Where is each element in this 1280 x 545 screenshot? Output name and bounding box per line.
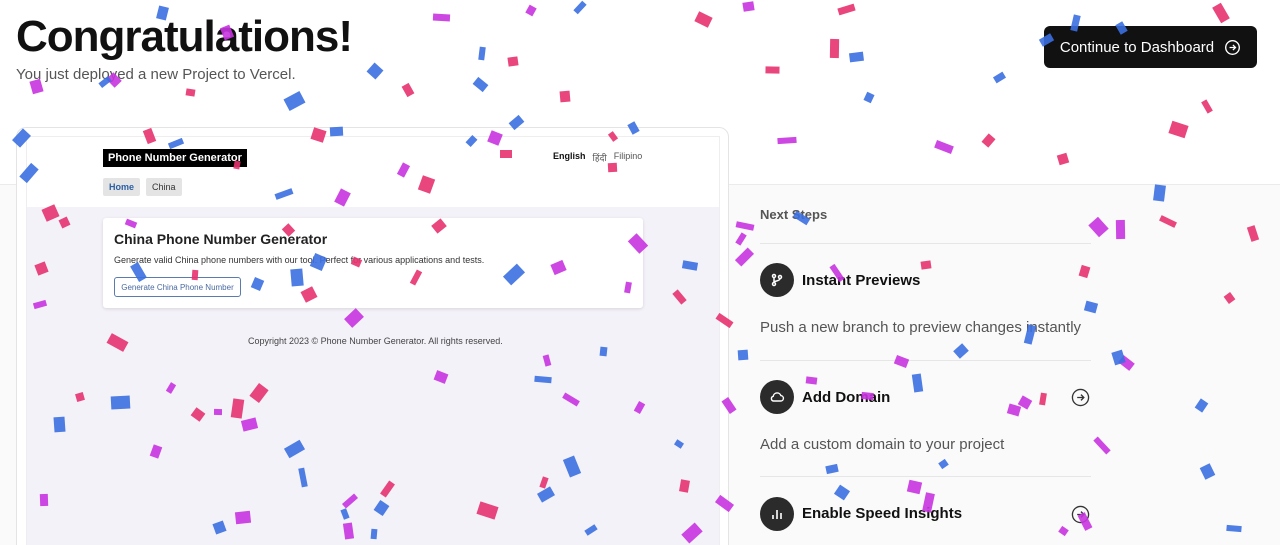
preview-site-nav: Home China bbox=[103, 178, 182, 196]
divider bbox=[760, 243, 1091, 244]
confetti-piece bbox=[934, 140, 954, 154]
preview-site-header: Phone Number Generator English हिंदी Fil… bbox=[27, 137, 719, 207]
step-title-add-domain[interactable]: Add Domain bbox=[802, 389, 890, 406]
confetti-piece bbox=[1168, 120, 1189, 139]
confetti-piece bbox=[694, 11, 713, 28]
preview-nav-home: Home bbox=[103, 178, 141, 196]
confetti-piece bbox=[1056, 152, 1070, 166]
preview-lang-filipino: Filipino bbox=[613, 151, 643, 161]
preview-generate-button: Generate China Phone Number bbox=[114, 277, 241, 297]
next-steps-heading: Next Steps bbox=[760, 207, 828, 222]
confetti-piece bbox=[432, 13, 451, 22]
cloud-icon bbox=[770, 392, 785, 402]
page-title: Congratulations! bbox=[16, 12, 353, 61]
confetti-piece bbox=[765, 66, 780, 74]
bar-chart-icon bbox=[772, 510, 782, 519]
confetti-piece bbox=[981, 133, 996, 148]
page-subtitle: You just deployed a new Project to Verce… bbox=[16, 66, 296, 83]
confetti-piece bbox=[401, 82, 415, 98]
continue-button-label: Continue to Dashboard bbox=[1059, 38, 1215, 56]
confetti-piece bbox=[1201, 99, 1213, 114]
confetti-piece bbox=[559, 90, 571, 103]
confetti-piece bbox=[777, 136, 797, 145]
add-domain-arrow-icon[interactable] bbox=[1071, 388, 1090, 407]
git-branch-icon bbox=[771, 273, 783, 287]
preview-nav-china: China bbox=[146, 178, 182, 196]
step-desc-instant-previews: Push a new branch to preview changes ins… bbox=[760, 319, 1082, 336]
preview-site-footer: Copyright 2023 © Phone Number Generator.… bbox=[248, 336, 503, 346]
step-desc-add-domain: Add a custom domain to your project bbox=[760, 436, 1005, 453]
confetti-piece bbox=[283, 91, 306, 111]
confetti-piece bbox=[472, 76, 489, 93]
preview-lang-english: English bbox=[553, 151, 586, 161]
confetti-piece bbox=[366, 62, 384, 80]
add-domain-icon-badge bbox=[760, 380, 794, 414]
deployment-preview[interactable]: Phone Number Generator English हिंदी Fil… bbox=[16, 127, 729, 545]
confetti-piece bbox=[525, 4, 537, 17]
step-title-enable-speed-insights[interactable]: Enable Speed Insights bbox=[802, 505, 962, 522]
speed-insights-icon-badge bbox=[760, 497, 794, 531]
confetti-piece bbox=[185, 88, 196, 97]
step-title-instant-previews[interactable]: Instant Previews bbox=[802, 272, 920, 289]
preview-card-text: Generate valid China phone numbers with … bbox=[114, 255, 485, 265]
confetti-piece bbox=[863, 91, 875, 104]
confetti-piece bbox=[573, 0, 587, 15]
confetti-piece bbox=[1212, 2, 1230, 24]
divider bbox=[760, 476, 1091, 477]
confetti-piece bbox=[829, 38, 840, 59]
confetti-piece bbox=[837, 3, 856, 16]
continue-to-dashboard-button[interactable]: Continue to Dashboard bbox=[1044, 26, 1257, 68]
confetti-piece bbox=[849, 51, 864, 63]
preview-generator-card: China Phone Number Generator Generate va… bbox=[103, 218, 643, 308]
confetti-piece bbox=[992, 71, 1007, 84]
preview-card-title: China Phone Number Generator bbox=[114, 231, 328, 247]
preview-lang-hindi: हिंदी bbox=[592, 153, 607, 163]
instant-previews-icon-badge bbox=[760, 263, 794, 297]
preview-screenshot: Phone Number Generator English हिंदी Fil… bbox=[26, 136, 720, 545]
preview-language-switcher: English हिंदी Filipino bbox=[553, 151, 642, 164]
confetti-piece bbox=[742, 1, 755, 12]
speed-insights-arrow-icon[interactable] bbox=[1071, 505, 1090, 524]
confetti-piece bbox=[478, 46, 486, 61]
arrow-circle-right-icon bbox=[1225, 39, 1241, 55]
preview-site-logo: Phone Number Generator bbox=[103, 149, 247, 167]
confetti-piece bbox=[507, 56, 519, 67]
divider bbox=[760, 360, 1091, 361]
